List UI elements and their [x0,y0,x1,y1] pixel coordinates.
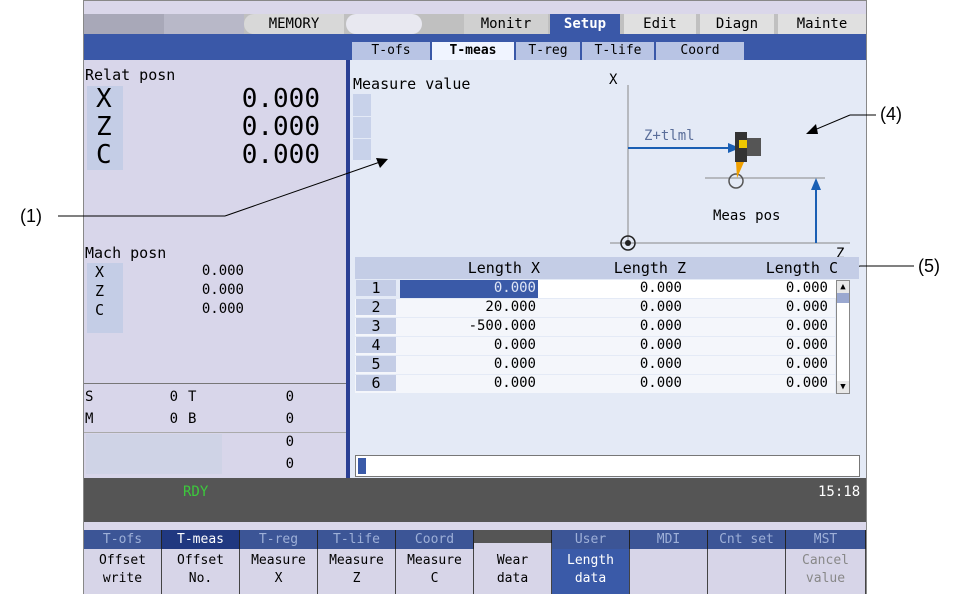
offset-write-line2: write [102,571,143,586]
scroll-up-icon[interactable]: ▲ [837,281,849,293]
cancel-value-button[interactable]: Cancel value [786,549,866,594]
row-number-3: 3 [356,318,396,334]
measure-z-line2: Z [352,571,361,586]
scroll-thumb[interactable] [837,293,849,303]
header-length-c: Length C [765,259,838,277]
header-length-z: Length Z [613,259,686,277]
menu-tab-mst[interactable]: MST [786,530,866,549]
cell-4-x[interactable]: 0.000 [420,337,536,353]
wear-data-button[interactable]: Wear data [474,543,552,594]
measure-c-line1: Measure [407,553,462,568]
cell-4-z[interactable]: 0.000 [560,337,682,353]
cell-6-x[interactable]: 0.000 [420,375,536,391]
cell-3-z[interactable]: 0.000 [560,318,682,334]
wear-data-line1: Wear [496,553,529,568]
cell-3-x[interactable]: -500.000 [420,318,536,334]
menu-tab-coord[interactable]: Coord [396,530,474,549]
cell-2-c[interactable]: 0.000 [700,299,828,315]
cell-6-c[interactable]: 0.000 [700,375,828,391]
rdy-indicator: RDY [183,484,209,500]
menu-blank-button-2[interactable] [708,549,786,594]
cell-5-x[interactable]: 0.000 [420,356,536,372]
cell-1-z[interactable]: 0.000 [560,280,682,296]
offset-no-button[interactable]: Offset No. [162,549,240,594]
menu-tab-t-life[interactable]: T-life [318,530,396,549]
input-cursor [358,458,366,474]
measure-c-line2: C [430,571,439,586]
measure-z-button[interactable]: Measure Z [318,549,396,594]
length-data-button[interactable]: Length data [552,549,630,594]
offset-write-line1: Offset [99,553,146,568]
measure-x-button[interactable]: Measure X [240,549,318,594]
clock: 15:18 [818,484,861,500]
row-number-2: 2 [356,299,396,315]
menu-tab-t-meas[interactable]: T-meas [162,530,240,549]
row-number-5: 5 [356,356,396,372]
menu-tab-mdi[interactable]: MDI [630,530,708,549]
measure-c-button[interactable]: Measure C [396,549,474,594]
row-number-4: 4 [356,337,396,353]
length-data-line2: data [574,571,607,586]
menu-tab-user[interactable]: User [552,530,630,549]
row-number-1: 1 [356,280,396,296]
offset-no-line2: No. [188,571,213,586]
menu-tab-t-ofs[interactable]: T-ofs [84,530,162,549]
measure-z-line1: Measure [329,553,384,568]
cell-6-z[interactable]: 0.000 [560,375,682,391]
cell-5-c[interactable]: 0.000 [700,356,828,372]
wear-data-line2: data [496,571,529,586]
scroll-down-icon[interactable]: ▼ [837,381,849,393]
row-number-6: 6 [356,375,396,391]
cell-2-x[interactable]: 20.000 [420,299,536,315]
cancel-value-line1: Cancel [802,553,849,568]
cell-1-x[interactable]: 0.000 [420,280,536,296]
cell-1-c[interactable]: 0.000 [700,280,828,296]
menu-tab-t-reg[interactable]: T-reg [240,530,318,549]
cancel-value-line2: value [805,571,846,586]
cell-5-z[interactable]: 0.000 [560,356,682,372]
cell-2-z[interactable]: 0.000 [560,299,682,315]
length-data-line1: Length [567,553,614,568]
menu-blank-button-1[interactable] [630,549,708,594]
data-input-field[interactable] [355,455,860,477]
menu-tab-cnt-set[interactable]: Cnt set [708,530,786,549]
measure-x-line2: X [274,571,283,586]
offset-write-button[interactable]: Offset write [84,549,162,594]
measure-x-line1: Measure [251,553,306,568]
offset-no-line1: Offset [177,553,224,568]
cell-3-c[interactable]: 0.000 [700,318,828,334]
cell-4-c[interactable]: 0.000 [700,337,828,353]
header-length-x: Length X [467,259,540,277]
